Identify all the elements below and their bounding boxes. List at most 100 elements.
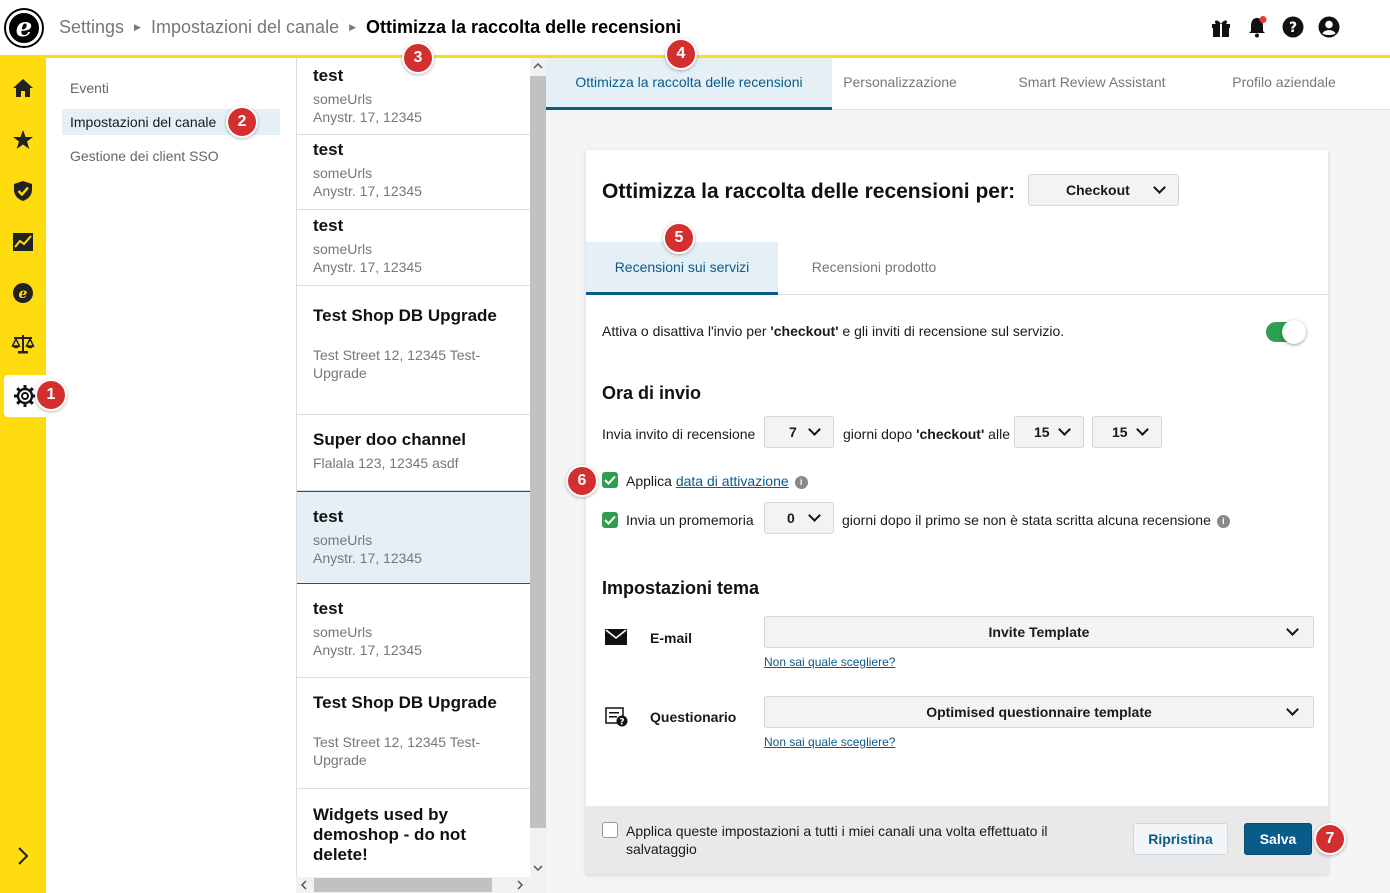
hour-select[interactable]: 15 (1014, 416, 1084, 448)
scales-icon[interactable] (0, 324, 46, 364)
svg-text:?: ? (1289, 20, 1297, 36)
channel-card[interactable]: Super doo channel Flalala 123, 12345 asd… (297, 415, 530, 491)
channel-address: Test Street 12, 12345 Test- (313, 347, 481, 363)
check-icon (604, 515, 616, 525)
scroll-up-icon[interactable] (533, 62, 543, 70)
reminder-text: giorni dopo il primo se non è stata scri… (842, 512, 1211, 528)
step-badge: 3 (402, 42, 434, 74)
chevron-down-icon (808, 509, 821, 522)
scroll-left-icon[interactable] (300, 880, 308, 890)
days-after-event: 'checkout' (916, 426, 985, 442)
star-icon[interactable] (0, 120, 46, 160)
channel-address: Anystr. 17, 12345 (313, 642, 422, 658)
breadcrumb: Settings ▶ Impostazioni del canale ▶ Ott… (59, 17, 681, 38)
apply-activation-checkbox[interactable] (602, 472, 618, 488)
hscrollbar-thumb[interactable] (314, 878, 492, 892)
step-badge: 2 (226, 106, 258, 138)
home-icon[interactable] (0, 68, 46, 108)
user-icon[interactable] (1318, 16, 1340, 38)
apply-all-channels-checkbox[interactable] (602, 822, 618, 838)
channel-card[interactable]: test someUrls Anystr. 17, 12345 (297, 210, 530, 286)
reminder-days-select[interactable]: 0 (764, 502, 834, 534)
apply-text: Applica (626, 473, 676, 489)
channel-name: test (313, 507, 344, 526)
info-icon[interactable]: i (1216, 514, 1230, 528)
chart-icon[interactable] (0, 222, 46, 262)
breadcrumb-separator-icon: ▶ (349, 22, 357, 32)
channel-name: test (313, 599, 344, 618)
svg-text:e: e (19, 286, 28, 302)
toggle-description: Attiva o disattiva l'invio per 'checkout… (602, 323, 1064, 339)
tab-company-profile[interactable]: Profilo aziendale (1206, 58, 1362, 110)
days-select[interactable]: 7 (764, 416, 834, 448)
days-after-text: giorni dopo 'checkout' alle (843, 426, 1010, 442)
panel-footer: Applica queste impostazioni a tutti i mi… (586, 806, 1328, 874)
service-invite-toggle[interactable] (1266, 320, 1306, 344)
email-template-select[interactable]: Invite Template (764, 616, 1314, 648)
questionnaire-help-link[interactable]: Non sai quale scegliere? (764, 735, 895, 749)
days-after-label: giorni dopo (843, 426, 917, 442)
send-time-heading: Ora di invio (602, 383, 702, 403)
chevron-down-icon (1286, 623, 1299, 636)
channel-card[interactable]: Test Shop DB Upgrade Test Street 12, 123… (297, 678, 530, 789)
svg-text:?: ? (619, 718, 624, 728)
channel-address: Anystr. 17, 12345 (313, 109, 422, 125)
scrollbar-thumb[interactable] (530, 76, 546, 828)
event-select[interactable]: Checkout (1028, 174, 1179, 206)
channel-list: test someUrls Anystr. 17, 12345 test som… (296, 58, 530, 878)
trusted-shops-logo[interactable]: e (6, 10, 42, 46)
breadcrumb-settings[interactable]: Settings (59, 17, 124, 38)
bell-icon[interactable] (1246, 16, 1268, 38)
step-badge: 6 (566, 465, 598, 497)
reminder-checkbox[interactable] (602, 512, 618, 528)
channel-card[interactable]: Test Shop DB Upgrade Test Street 12, 123… (297, 286, 530, 415)
questionnaire-label: Questionario (650, 709, 737, 725)
scroll-right-icon[interactable] (516, 880, 524, 890)
save-button[interactable]: Salva (1244, 823, 1312, 855)
chevron-down-icon (1136, 423, 1149, 436)
channel-address: Test Street 12, 12345 Test- (313, 734, 481, 750)
channel-name: test (313, 216, 344, 235)
tab-product-reviews[interactable]: Recensioni prodotto (778, 242, 970, 295)
channel-card[interactable]: Widgets used by demoshop - do not delete… (297, 789, 530, 878)
tab-customization[interactable]: Personalizzazione (832, 58, 968, 110)
channel-card[interactable]: test someUrls Anystr. 17, 12345 (297, 135, 530, 210)
channel-list-hscrollbar[interactable] (296, 877, 546, 893)
help-icon[interactable]: ? (1282, 16, 1304, 38)
channel-card[interactable]: test someUrls Anystr. 17, 12345 (297, 584, 530, 678)
chevron-down-icon (1286, 703, 1299, 716)
channel-address: Flalala 123, 12345 asdf (313, 455, 459, 471)
activation-date-link[interactable]: data di attivazione (676, 473, 789, 489)
reminder-days-value: 0 (787, 510, 795, 526)
channel-name: Test Shop DB Upgrade (313, 693, 497, 712)
minute-select[interactable]: 15 (1092, 416, 1162, 448)
info-icon[interactable]: i (794, 475, 808, 489)
gift-icon[interactable] (1210, 16, 1232, 38)
channel-address: Anystr. 17, 12345 (313, 259, 422, 275)
channel-list-scrollbar[interactable] (530, 58, 546, 878)
days-after-at: alle (984, 426, 1010, 442)
channel-name: test (313, 140, 344, 159)
reminder-label: Invia un promemoria (626, 512, 754, 528)
chevron-right-icon[interactable] (0, 836, 46, 876)
subnav-item-sso-clients[interactable]: Gestione dei client SSO (62, 143, 280, 169)
step-badge: 5 (663, 222, 695, 254)
event-select-value: Checkout (1066, 182, 1130, 198)
apply-activation-label: Applica data di attivazione i (626, 473, 808, 489)
theme-heading: Impostazioni tema (602, 578, 760, 598)
scroll-down-icon[interactable] (533, 864, 543, 872)
questionnaire-template-select[interactable]: Optimised questionnaire template (764, 696, 1314, 728)
breadcrumb-current: Ottimizza la raccolta delle recensioni (366, 17, 682, 37)
tab-smart-review-assistant[interactable]: Smart Review Assistant (992, 58, 1192, 110)
subnav-item-events[interactable]: Eventi (62, 75, 280, 101)
channel-card-selected[interactable]: test someUrls Anystr. 17, 12345 (297, 491, 530, 584)
breadcrumb-channel-settings[interactable]: Impostazioni del canale (151, 17, 339, 38)
shield-check-icon[interactable] (0, 171, 46, 211)
review-type-tabs: Recensioni sui servizi Recensioni prodot… (586, 242, 1328, 295)
email-help-link[interactable]: Non sai quale scegliere? (764, 655, 895, 669)
channel-name: Test Shop DB Upgrade (313, 306, 497, 325)
trusted-e-icon[interactable]: e (0, 273, 46, 313)
reset-button[interactable]: Ripristina (1133, 823, 1228, 855)
channel-address-cont: Upgrade (313, 752, 367, 768)
reminder-description: giorni dopo il primo se non è stata scri… (842, 512, 1230, 528)
